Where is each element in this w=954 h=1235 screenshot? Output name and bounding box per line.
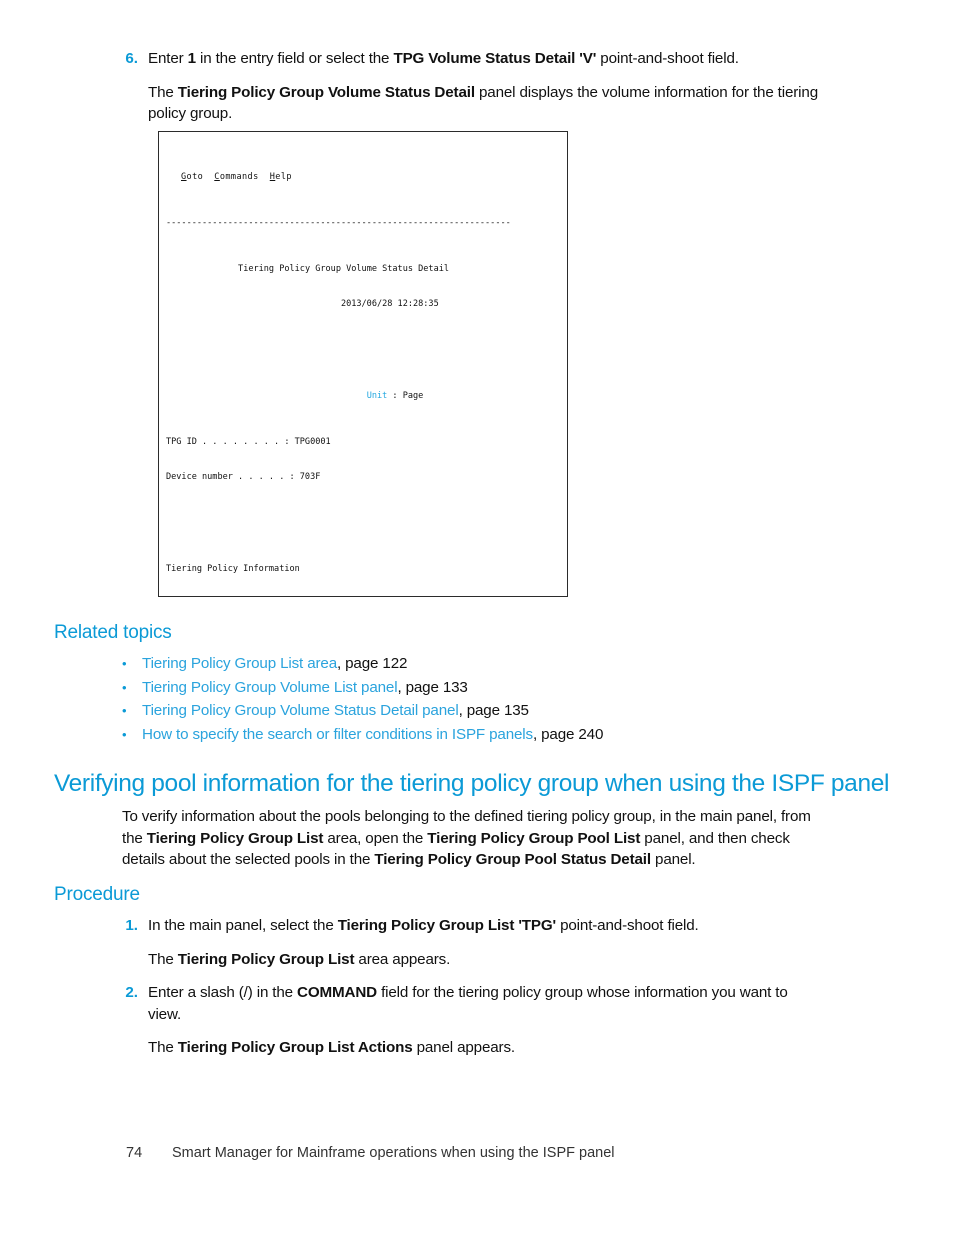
related-topic-link[interactable]: How to specify the search or filter cond…: [142, 726, 533, 743]
ispf-timestamp: 2013/06/28 12:28:35: [159, 299, 567, 311]
step-6-text-pre: Enter: [148, 50, 188, 67]
step-6-body: Enter 1 in the entry field or select the…: [148, 48, 822, 125]
ispf-unit-line: Unit : Page: [159, 391, 567, 403]
step-1-text-pre: In the main panel, select the: [148, 917, 338, 934]
procedure-heading: Procedure: [54, 884, 140, 905]
menu-commands-label: ommands: [219, 171, 259, 182]
step-6-text-post: point-and-shoot field.: [596, 50, 739, 67]
list-item[interactable]: • Tiering Policy Group Volume List panel…: [122, 676, 822, 700]
step-2-bold: COMMAND: [297, 984, 377, 1002]
related-topics-heading: Related topics: [54, 622, 172, 643]
ispf-unit-label[interactable]: Unit: [367, 391, 388, 401]
related-topic-page: , page 135: [458, 702, 529, 719]
step-1-bold: Tiering Policy Group List 'TPG': [337, 917, 557, 934]
step-6-line-1: Enter 1 in the entry field or select the…: [148, 48, 822, 70]
procedure-step-2: 2. Enter a slash (/) in the COMMAND fiel…: [122, 982, 822, 1059]
list-item[interactable]: • How to specify the search or filter co…: [122, 723, 822, 747]
intro-text-mid-1: area, open the: [323, 829, 428, 847]
bullet-icon: •: [122, 726, 127, 742]
ispf-spacer-2: [159, 518, 567, 530]
bullet-icon: •: [122, 679, 127, 695]
related-topic-link[interactable]: Tiering Policy Group Volume List panel: [142, 679, 398, 696]
procedure-step-1-number: 1.: [125, 917, 138, 934]
procedure-step-1: 1. In the main panel, select the Tiering…: [122, 915, 822, 970]
step-2-result-pre: The: [148, 1039, 178, 1057]
procedure-step-2-instruction: Enter a slash (/) in the COMMAND field f…: [148, 982, 822, 1025]
list-item[interactable]: • Tiering Policy Group List area, page 1…: [122, 652, 822, 676]
procedure-step-1-instruction: In the main panel, select the Tiering Po…: [148, 915, 822, 937]
list-item[interactable]: • Tiering Policy Group Volume Status Det…: [122, 699, 822, 723]
ispf-header-divider: ----------------------------------------…: [166, 217, 511, 228]
procedure-step-2-result: The Tiering Policy Group List Actions pa…: [148, 1037, 822, 1059]
bullet-icon: •: [122, 703, 127, 718]
procedure-step-gap: [122, 970, 822, 982]
intro-bold-2: Tiering Policy Group Pool List: [427, 829, 641, 847]
footer-page-number: 74: [126, 1145, 143, 1161]
page-footer: 74 Smart Manager for Mainframe operation…: [126, 1145, 614, 1161]
intro-text-post: panel.: [650, 851, 696, 869]
step-6: 6. Enter 1 in the entry field or select …: [122, 48, 822, 125]
step-6-result-bold: Tiering Policy Group Volume Status Detai…: [177, 83, 475, 101]
step-6-result-pre: The: [148, 83, 178, 101]
ispf-tiering-policy-heading: Tiering Policy Information: [166, 564, 300, 575]
step-1-result-bold: Tiering Policy Group List: [177, 950, 355, 968]
step-2-text-pre: Enter a slash (/) in the: [148, 984, 298, 1002]
step-6-number: 6.: [125, 50, 138, 67]
step-1-result-post: area appears.: [354, 950, 451, 968]
related-topics-list: • Tiering Policy Group List area, page 1…: [122, 652, 822, 746]
ispf-device-number-line: Device number . . . . . : 703F: [166, 471, 321, 482]
step-1-text-post: point-and-shoot field.: [556, 917, 699, 934]
procedure-steps: 1. In the main panel, select the Tiering…: [122, 915, 822, 1059]
ispf-panel-screenshot: Goto Commands Help ---------------------…: [158, 131, 568, 597]
step-6-bold-1: 1: [187, 50, 196, 67]
page-title: Verifying pool information for the tieri…: [54, 770, 890, 797]
intro-bold-3: Tiering Policy Group Pool Status Detail: [374, 851, 651, 869]
ispf-unit-separator: :: [387, 391, 403, 402]
ispf-panel-title-text: Tiering Policy Group Volume Status Detai…: [238, 264, 450, 275]
related-topic-page: , page 133: [397, 678, 468, 696]
intro-bold-1: Tiering Policy Group List: [146, 829, 324, 847]
step-2-result-post: panel appears.: [412, 1039, 516, 1057]
procedure-step-1-body: In the main panel, select the Tiering Po…: [148, 915, 822, 970]
procedure-step-1-result: The Tiering Policy Group List area appea…: [148, 949, 822, 971]
intro-paragraph: To verify information about the pools be…: [122, 806, 822, 871]
ispf-timestamp-text: 2013/06/28 12:28:35: [340, 298, 439, 309]
related-topic-page: , page 122: [337, 655, 408, 672]
footer-title: Smart Manager for Mainframe operations w…: [172, 1145, 615, 1161]
menu-help-label: elp: [275, 171, 292, 182]
ispf-panel-title: Tiering Policy Group Volume Status Detai…: [159, 264, 567, 276]
procedure-step-2-body: Enter a slash (/) in the COMMAND field f…: [148, 982, 822, 1059]
bullet-icon: •: [122, 656, 127, 671]
ispf-unit-value: Page: [402, 391, 424, 402]
step-1-result-pre: The: [148, 950, 178, 968]
related-topic-link[interactable]: Tiering Policy Group Volume Status Detai…: [142, 702, 459, 719]
step-6-result: The Tiering Policy Group Volume Status D…: [148, 82, 822, 125]
ispf-menu-bar[interactable]: Goto Commands Help: [159, 172, 567, 184]
document-page: 6. Enter 1 in the entry field or select …: [0, 0, 954, 1235]
ispf-spacer-1: [159, 345, 567, 357]
related-topic-link[interactable]: Tiering Policy Group List area: [142, 655, 337, 672]
procedure-step-2-number: 2.: [125, 984, 138, 1002]
menu-goto-label: oto: [186, 171, 204, 182]
step-2-result-bold: Tiering Policy Group List Actions: [177, 1039, 413, 1057]
step-6-bold-2: TPG Volume Status Detail 'V': [393, 50, 597, 67]
ispf-tpg-id-line: TPG ID . . . . . . . . : TPG0001: [166, 437, 331, 448]
step-6-block: 6. Enter 1 in the entry field or select …: [122, 48, 822, 125]
related-topic-page: , page 240: [532, 725, 604, 743]
step-6-text-mid: in the entry field or select the: [195, 50, 394, 67]
